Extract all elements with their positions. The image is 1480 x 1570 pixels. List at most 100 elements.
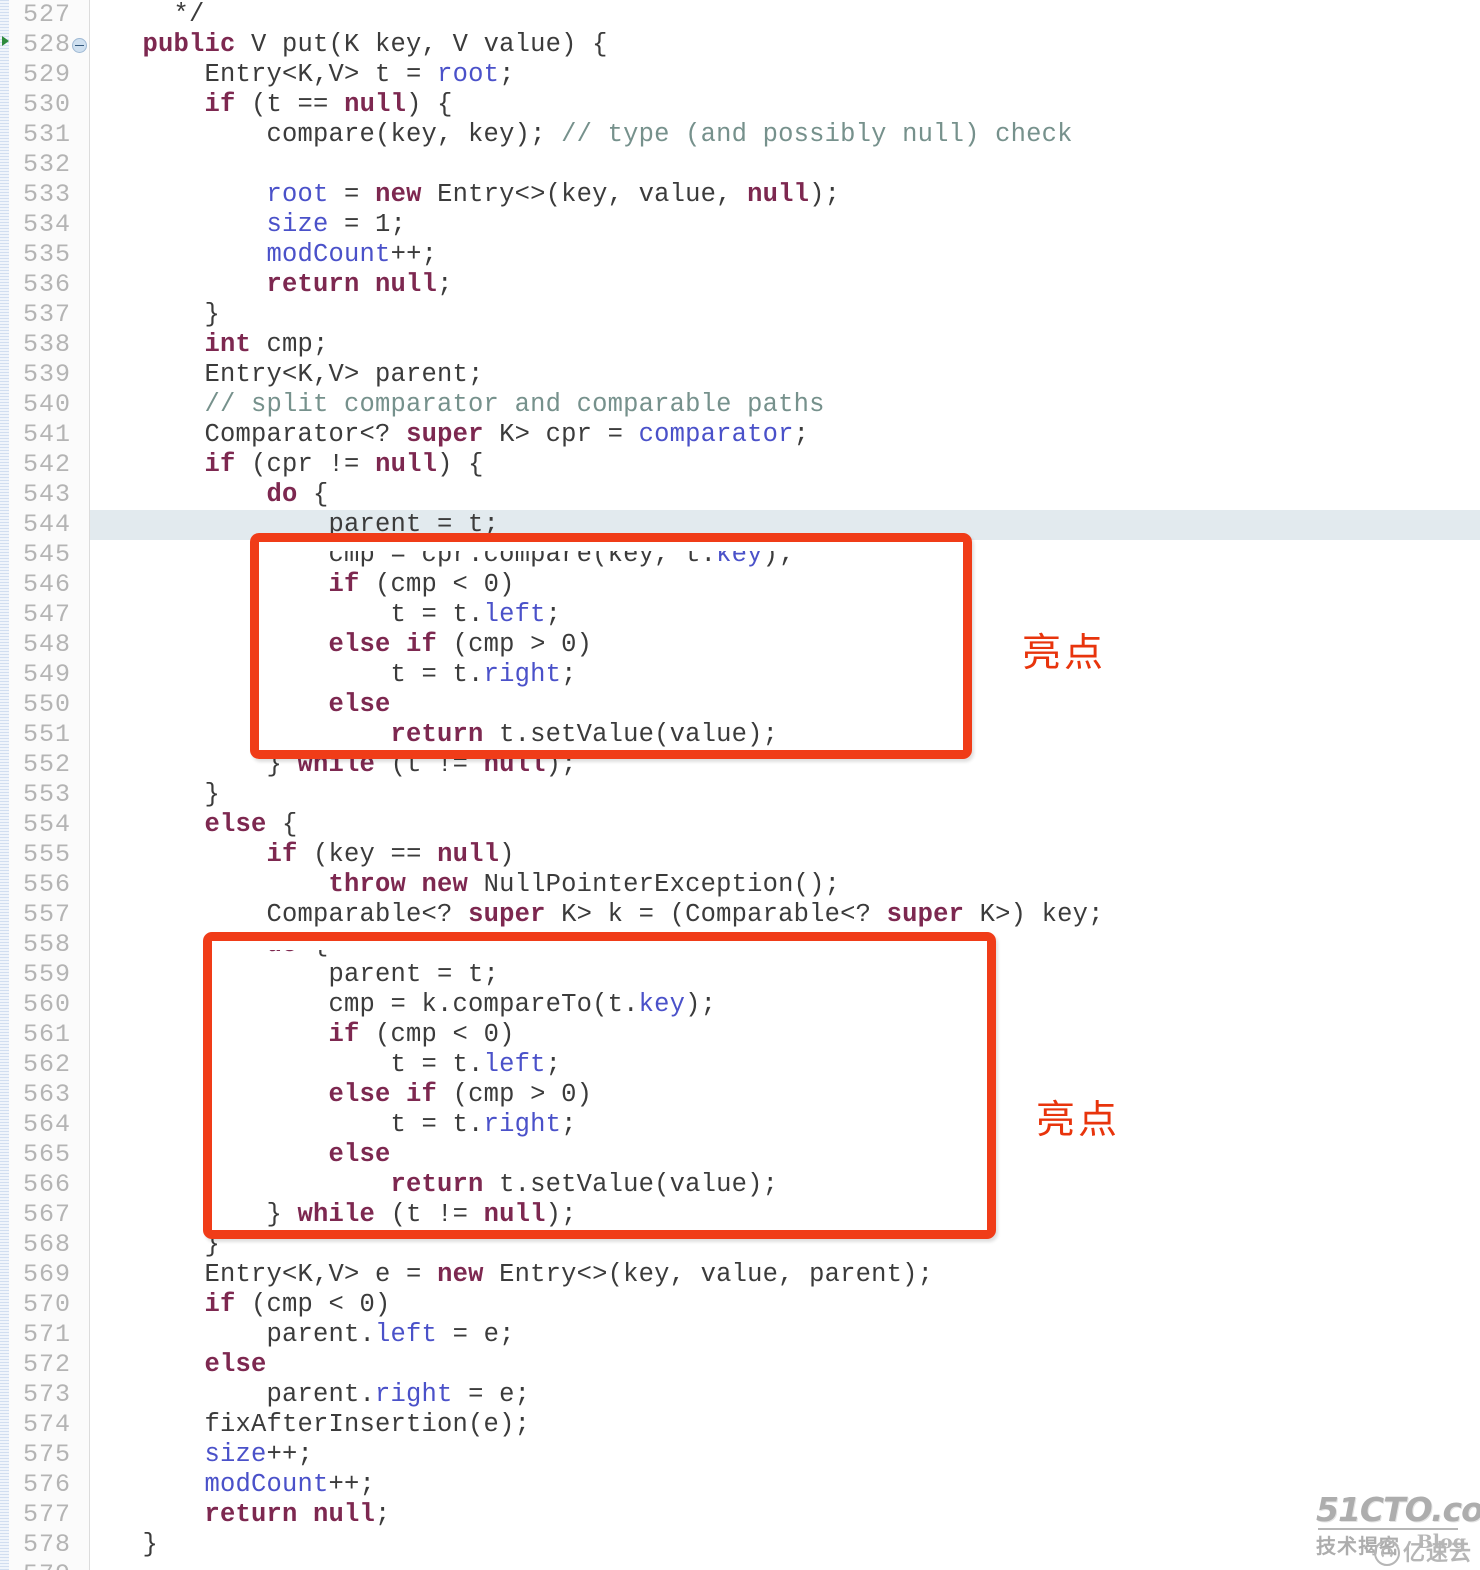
- code-line[interactable]: 528 public V put(K key, V value) {: [0, 30, 1480, 60]
- token-plain: V put(K key, V value) {: [235, 30, 608, 59]
- code-text: parent.left = e;: [96, 1320, 515, 1350]
- screenshot-root: 527 */528 public V put(K key, V value) {…: [0, 0, 1480, 1570]
- token-kw: null: [375, 450, 438, 479]
- code-line[interactable]: 569 Entry<K,V> e = new Entry<>(key, valu…: [0, 1260, 1480, 1290]
- line-number: 536: [22, 270, 71, 299]
- code-line[interactable]: 576 modCount++;: [0, 1470, 1480, 1500]
- line-number: 537: [22, 300, 71, 329]
- code-line[interactable]: 573 parent.right = e;: [0, 1380, 1480, 1410]
- code-text: int cmp;: [96, 330, 329, 360]
- code-line[interactable]: 575 size++;: [0, 1440, 1480, 1470]
- code-line[interactable]: 531 compare(key, key); // type (and poss…: [0, 120, 1480, 150]
- line-number: 565: [22, 1140, 71, 1169]
- token-plain: Comparable<?: [96, 900, 469, 929]
- line-number: 542: [22, 450, 71, 479]
- code-line[interactable]: 534 size = 1;: [0, 210, 1480, 240]
- line-number: 553: [22, 780, 71, 809]
- code-line[interactable]: 572 else: [0, 1350, 1480, 1380]
- code-line[interactable]: 579: [0, 1560, 1480, 1570]
- token-kw: int: [96, 330, 252, 359]
- code-line[interactable]: 578 }: [0, 1530, 1480, 1560]
- code-line[interactable]: 554 else {: [0, 810, 1480, 840]
- token-fld: root: [437, 60, 500, 89]
- line-number: 535: [22, 240, 71, 269]
- code-line[interactable]: 529 Entry<K,V> t = root;: [0, 60, 1480, 90]
- token-plain: = 1;: [328, 210, 407, 239]
- code-line[interactable]: 542 if (cpr != null) {: [0, 450, 1480, 480]
- token-plain: );: [809, 180, 841, 209]
- code-text: root = new Entry<>(key, value, null);: [96, 180, 840, 210]
- code-line[interactable]: 543 do {: [0, 480, 1480, 510]
- code-rows-container: 527 */528 public V put(K key, V value) {…: [0, 0, 1480, 1570]
- token-plain: K> k = (Comparable<?: [545, 900, 887, 929]
- token-plain: cmp;: [251, 330, 329, 359]
- code-line[interactable]: 527 */: [0, 0, 1480, 30]
- line-number: 564: [22, 1110, 71, 1139]
- cloud-spiral-icon: [1374, 1540, 1400, 1566]
- code-line[interactable]: 571 parent.left = e;: [0, 1320, 1480, 1350]
- code-text: size = 1;: [96, 210, 406, 240]
- token-plain: Entry<K,V> t =: [96, 60, 438, 89]
- token-plain: parent.: [96, 1380, 376, 1409]
- code-text: do {: [96, 480, 329, 510]
- token-kw: public: [96, 30, 236, 59]
- highlight-box-comparator-branch: [250, 533, 972, 759]
- token-plain: ;: [499, 60, 515, 89]
- line-number: 556: [22, 870, 71, 899]
- code-line[interactable]: 536 return null;: [0, 270, 1480, 300]
- line-number: 529: [22, 60, 71, 89]
- line-number: 561: [22, 1020, 71, 1049]
- code-line[interactable]: 539 Entry<K,V> parent;: [0, 360, 1480, 390]
- token-plain: (cpr !=: [235, 450, 376, 479]
- code-text: Comparable<? super K> k = (Comparable<? …: [96, 900, 1104, 930]
- code-line[interactable]: 556 throw new NullPointerException();: [0, 870, 1480, 900]
- token-plain: {: [297, 480, 329, 509]
- token-plain: Entry<>(key, value, parent);: [483, 1260, 934, 1289]
- token-plain: ): [499, 840, 515, 869]
- line-number: 533: [22, 180, 71, 209]
- code-line[interactable]: 574 fixAfterInsertion(e);: [0, 1410, 1480, 1440]
- code-line[interactable]: 538 int cmp;: [0, 330, 1480, 360]
- code-line[interactable]: 555 if (key == null): [0, 840, 1480, 870]
- code-text: return null;: [96, 270, 453, 300]
- token-fld: modCount: [96, 1470, 329, 1499]
- token-plain: parent.: [96, 1320, 376, 1349]
- code-text: return null;: [96, 1500, 391, 1530]
- code-line[interactable]: 535 modCount++;: [0, 240, 1480, 270]
- line-number: 552: [22, 750, 71, 779]
- code-line[interactable]: 533 root = new Entry<>(key, value, null)…: [0, 180, 1480, 210]
- line-number: 551: [22, 720, 71, 749]
- code-line[interactable]: 577 return null;: [0, 1500, 1480, 1530]
- code-text: modCount++;: [96, 240, 437, 270]
- token-plain: fixAfterInsertion(e);: [96, 1410, 531, 1439]
- line-number: 543: [22, 480, 71, 509]
- line-number: 530: [22, 90, 71, 119]
- code-line[interactable]: 530 if (t == null) {: [0, 90, 1480, 120]
- code-text: throw new NullPointerException();: [96, 870, 840, 900]
- code-line[interactable]: 570 if (cmp < 0): [0, 1290, 1480, 1320]
- token-fld: comparator: [638, 420, 794, 449]
- code-line[interactable]: 557 Comparable<? super K> k = (Comparabl…: [0, 900, 1480, 930]
- token-kw: do: [96, 480, 298, 509]
- token-plain: =: [328, 180, 376, 209]
- line-number: 562: [22, 1050, 71, 1079]
- line-number: 539: [22, 360, 71, 389]
- token-plain: ;: [793, 420, 810, 449]
- line-number: 555: [22, 840, 71, 869]
- code-line[interactable]: 532: [0, 150, 1480, 180]
- token-plain: (cmp < 0): [235, 1290, 391, 1319]
- line-number: 547: [22, 600, 71, 629]
- line-number: 549: [22, 660, 71, 689]
- code-text: public V put(K key, V value) {: [96, 30, 608, 60]
- collapse-minus-icon[interactable]: [72, 38, 87, 53]
- code-text: size++;: [96, 1440, 313, 1470]
- token-fld: left: [375, 1320, 438, 1349]
- code-line[interactable]: 540 // split comparator and comparable p…: [0, 390, 1480, 420]
- token-plain: }: [96, 780, 221, 809]
- line-number: 575: [22, 1440, 71, 1469]
- line-number: 563: [22, 1080, 71, 1109]
- token-plain: }: [96, 1530, 159, 1559]
- code-line[interactable]: 541 Comparator<? super K> cpr = comparat…: [0, 420, 1480, 450]
- code-line[interactable]: 537 }: [0, 300, 1480, 330]
- code-line[interactable]: 553 }: [0, 780, 1480, 810]
